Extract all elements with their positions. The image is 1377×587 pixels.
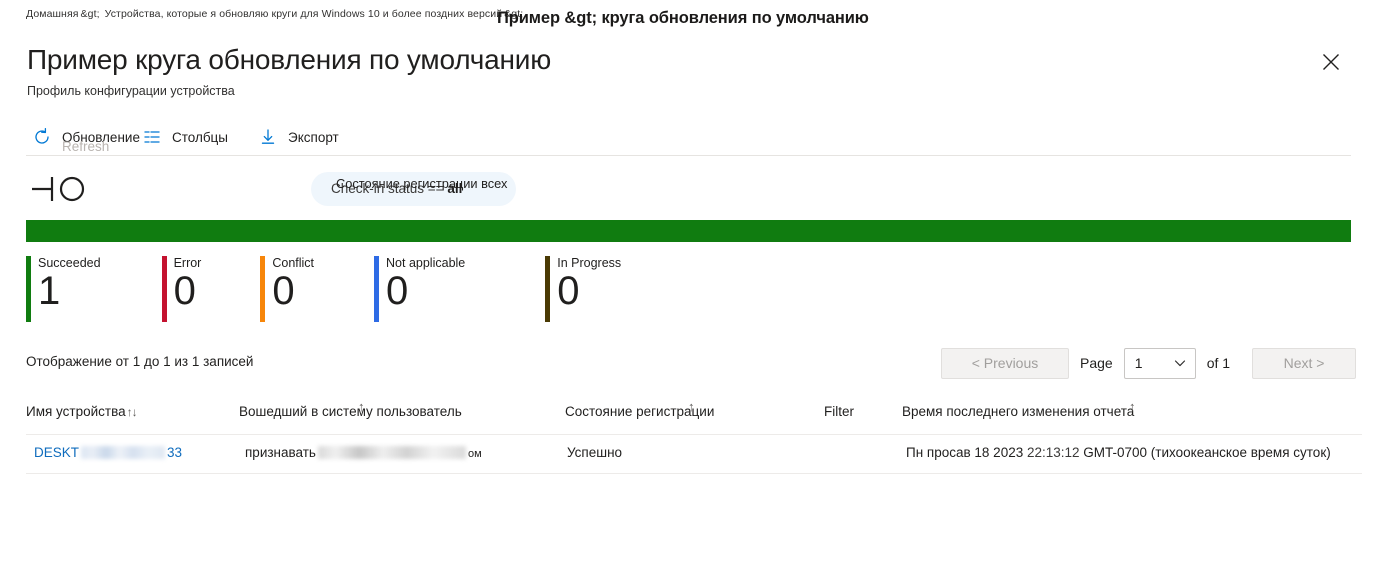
sort-arrows-icon[interactable]: ↑↓ — [127, 405, 138, 419]
filter-button[interactable] — [26, 170, 92, 210]
reported-time: 22:13:12 — [1023, 445, 1084, 460]
table-header-row: Имя устройства↑↓ Вошедший в систему польз… — [26, 396, 1362, 435]
command-bar-divider — [26, 155, 1351, 156]
export-label: Экспорт — [288, 129, 339, 145]
filter-pill-check-in-status[interactable]: Check-in status == all Состояние регистр… — [311, 172, 516, 206]
status-tiles: Succeeded 1 Error 0 Conflict 0 Not applicable 0… — [26, 256, 621, 324]
summary-status-bar — [26, 220, 1351, 242]
redacted-device-name — [81, 446, 166, 459]
results-table: Имя устройства↑↓ Вошедший в систему польз… — [26, 396, 1362, 474]
table-header-label: Время последнего изменения отчета — [902, 404, 1135, 419]
table-header-filter[interactable]: Filter — [824, 404, 854, 419]
filter-pill-label-ru: Состояние регистрации всех — [336, 176, 508, 191]
table-header-label: Filter — [824, 404, 854, 419]
status-tile-text: Error 0 — [167, 256, 202, 322]
close-icon — [1322, 53, 1340, 71]
redacted-user-name — [317, 446, 466, 459]
overlay-page-title: Пример &gt; круга обновления по умолчани… — [497, 9, 869, 27]
cell-last-reported: Пн просав 18 2023 22:13:12 GMT-0700 (тих… — [906, 445, 1331, 460]
table-header-label: Состояние регистрации — [565, 404, 715, 419]
device-name-prefix: DESKT — [34, 445, 80, 460]
close-button[interactable] — [1315, 46, 1347, 78]
status-tile-text: Not applicable 0 — [379, 256, 465, 322]
status-tile-value: 0 — [173, 269, 196, 313]
status-tile-text: In Progress 0 — [550, 256, 621, 322]
page-number-value: 1 — [1134, 355, 1143, 371]
cell-check-in-status: Успешно — [567, 445, 623, 460]
table-header-label: Вошедший в систему пользователь — [239, 404, 462, 419]
status-tile-value: 0 — [386, 269, 409, 313]
page-number-select[interactable]: 1 — [1123, 347, 1196, 379]
filter-icon — [26, 170, 92, 211]
page-total-label: of 1 — [1206, 355, 1231, 371]
status-tile-text: Succeeded 1 — [31, 256, 101, 322]
summary-segment — [26, 220, 1351, 242]
chevron-down-icon — [1173, 356, 1187, 370]
reported-date: Пн просав 18 2023 — [906, 445, 1024, 460]
export-button[interactable]: Экспорт — [252, 120, 349, 154]
download-icon — [256, 125, 280, 149]
user-prefix: признавать — [245, 445, 316, 460]
page-title: Пример круга обновления по умолчанию — [27, 44, 551, 75]
page-label: Page — [1080, 355, 1113, 371]
device-name-link[interactable]: DESKT 33 — [34, 445, 182, 460]
status-tile-value: 0 — [272, 269, 295, 313]
records-count-text: Отображение от 1 до 1 из 1 записей — [26, 354, 254, 369]
user-suffix: ом — [467, 448, 482, 460]
page-subtitle: Профиль конфигурации устройства — [27, 84, 235, 98]
table-header-user[interactable]: Вошедший в систему пользователь ↑ — [239, 399, 462, 419]
table-body: DESKT 33 признавать ом Успешно Пн просав 18 2… — [26, 435, 1362, 474]
pagination: < Previous Page 1 of 1 Next > — [941, 347, 1357, 379]
next-page-button[interactable]: Next > — [1252, 347, 1357, 379]
columns-icon — [140, 125, 164, 149]
table-header-label: Имя устройства — [26, 404, 126, 419]
status-tile-error[interactable]: Error 0 — [161, 256, 202, 322]
cell-logged-on-user: признавать ом — [245, 445, 482, 460]
columns-label: Столбцы — [171, 129, 228, 145]
status-tile-text: Conflict 0 — [265, 256, 314, 322]
breadcrumb-list: Домашняя &gt; Устройства, которые я обнов… — [26, 8, 525, 20]
breadcrumb-item-update-rings[interactable]: Устройства, которые я обновляю круги для… — [105, 8, 503, 20]
table-header-status[interactable]: Состояние регистрации ↑ — [565, 399, 715, 419]
reported-timezone: GMT-0700 (тихоокеанское время суток) — [1083, 445, 1331, 460]
status-tile-value: 0 — [557, 269, 580, 313]
refresh-icon — [30, 125, 54, 149]
device-name-suffix: 33 — [167, 445, 183, 460]
table-header-reported[interactable]: Время последнего изменения отчета ↑ — [902, 399, 1136, 419]
status-tile-succeeded[interactable]: Succeeded 1 — [26, 256, 101, 322]
command-bar: Обновление Refresh Столбцы Экспорт — [26, 120, 349, 154]
previous-page-button[interactable]: < Previous — [941, 347, 1069, 379]
filter-row: Check-in status == all Состояние регистр… — [26, 168, 1351, 214]
status-tile-conflict[interactable]: Conflict 0 — [260, 256, 314, 322]
breadcrumb-item-home[interactable]: Домашняя — [26, 8, 79, 20]
refresh-button[interactable]: Обновление Refresh — [26, 120, 140, 154]
columns-button[interactable]: Столбцы — [136, 120, 238, 154]
status-tile-in-progress[interactable]: In Progress 0 — [545, 256, 621, 322]
cell-device-name[interactable]: DESKT 33 — [34, 445, 182, 460]
table-header-device[interactable]: Имя устройства↑↓ — [26, 404, 138, 419]
breadcrumb-separator: &gt; — [80, 8, 100, 20]
refresh-label: Обновление — [62, 129, 140, 145]
status-tile-not-applicable[interactable]: Not applicable 0 — [374, 256, 465, 322]
table-row[interactable]: DESKT 33 признавать ом Успешно Пн просав 18 2… — [26, 435, 1362, 474]
status-tile-value: 1 — [38, 269, 61, 313]
